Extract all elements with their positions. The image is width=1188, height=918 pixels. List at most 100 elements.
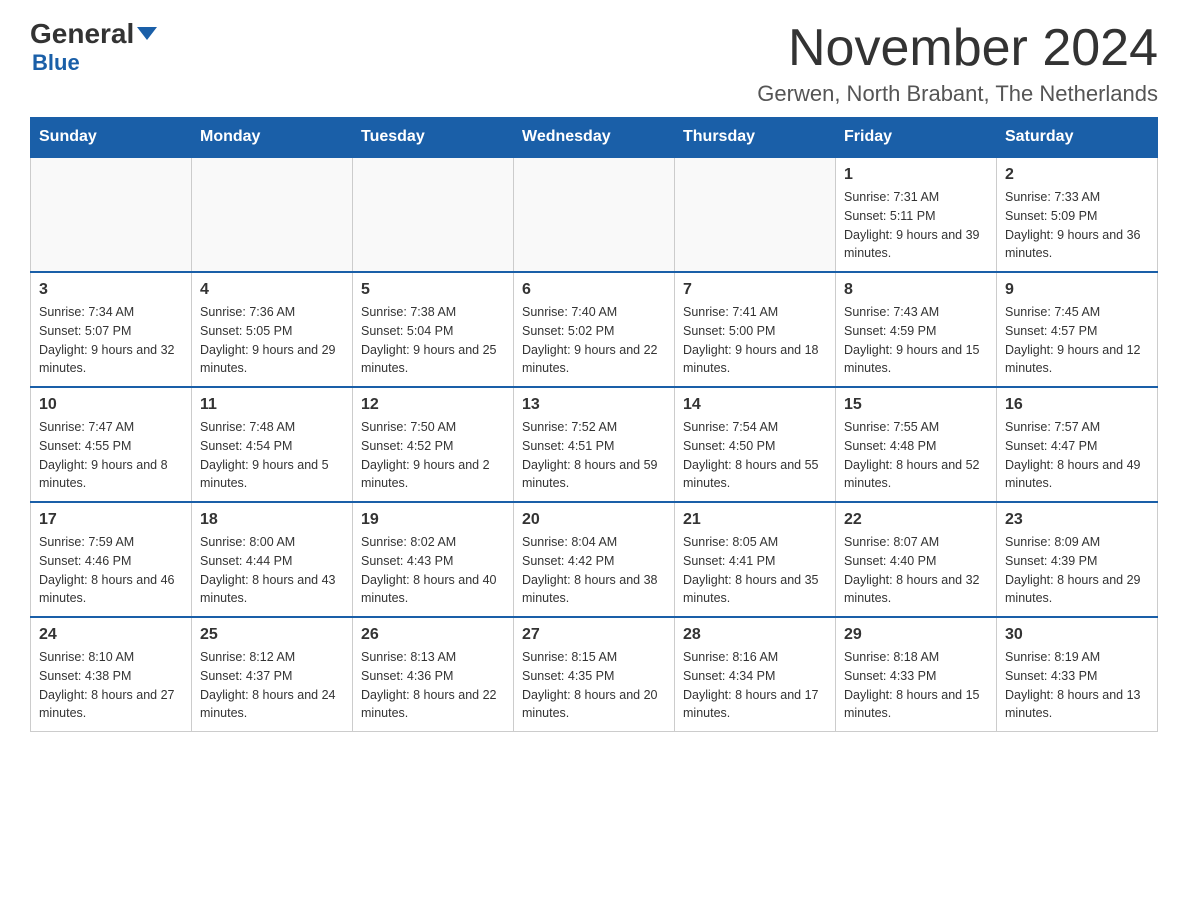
day-info: Sunrise: 8:15 AMSunset: 4:35 PMDaylight:… <box>522 648 666 723</box>
week-row-1: 1Sunrise: 7:31 AMSunset: 5:11 PMDaylight… <box>31 157 1158 272</box>
calendar-cell <box>192 157 353 272</box>
day-info: Sunrise: 8:19 AMSunset: 4:33 PMDaylight:… <box>1005 648 1149 723</box>
calendar-cell: 7 Sunrise: 7:41 AMSunset: 5:00 PMDaylight… <box>675 272 836 387</box>
day-number: 28 <box>683 626 827 644</box>
day-info: Sunrise: 7:40 AMSunset: 5:02 PMDaylight:… <box>522 303 666 378</box>
day-number: 25 <box>200 626 344 644</box>
day-header-thursday: Thursday <box>675 118 836 158</box>
day-number: 13 <box>522 396 666 414</box>
logo-blue: Blue <box>30 50 80 76</box>
day-number: 21 <box>683 511 827 529</box>
title-area: November 2024 Gerwen, North Brabant, The… <box>757 20 1158 107</box>
calendar-cell: 30 Sunrise: 8:19 AMSunset: 4:33 PMDayligh… <box>997 617 1158 732</box>
day-info: Sunrise: 7:48 AMSunset: 4:54 PMDaylight:… <box>200 418 344 493</box>
day-info: Sunrise: 7:55 AMSunset: 4:48 PMDaylight:… <box>844 418 988 493</box>
calendar-cell <box>514 157 675 272</box>
header: General Blue November 2024 Gerwen, North… <box>30 20 1158 107</box>
week-row-5: 24Sunrise: 8:10 AMSunset: 4:38 PMDayligh… <box>31 617 1158 732</box>
location-subtitle: Gerwen, North Brabant, The Netherlands <box>757 81 1158 107</box>
day-number: 19 <box>361 511 505 529</box>
day-info: Sunrise: 8:18 AMSunset: 4:33 PMDaylight:… <box>844 648 988 723</box>
calendar-cell: 15 Sunrise: 7:55 AMSunset: 4:48 PMDayligh… <box>836 387 997 502</box>
day-info: Sunrise: 7:31 AMSunset: 5:11 PMDaylight:… <box>844 188 988 263</box>
day-info: Sunrise: 8:02 AMSunset: 4:43 PMDaylight:… <box>361 533 505 608</box>
day-number: 8 <box>844 281 988 299</box>
day-info: Sunrise: 8:12 AMSunset: 4:37 PMDaylight:… <box>200 648 344 723</box>
day-info: Sunrise: 8:09 AMSunset: 4:39 PMDaylight:… <box>1005 533 1149 608</box>
day-number: 26 <box>361 626 505 644</box>
week-row-4: 17 Sunrise: 7:59 AMSunset: 4:46 PMDayligh… <box>31 502 1158 617</box>
calendar-cell: 21Sunrise: 8:05 AMSunset: 4:41 PMDayligh… <box>675 502 836 617</box>
page-title: November 2024 <box>757 20 1158 77</box>
logo-text: General <box>30 20 157 48</box>
day-number: 23 <box>1005 511 1149 529</box>
calendar-cell: 28 Sunrise: 8:16 AMSunset: 4:34 PMDayligh… <box>675 617 836 732</box>
day-number: 4 <box>200 281 344 299</box>
day-number: 16 <box>1005 396 1149 414</box>
calendar-table: SundayMondayTuesdayWednesdayThursdayFrid… <box>30 117 1158 732</box>
day-info: Sunrise: 7:54 AMSunset: 4:50 PMDaylight:… <box>683 418 827 493</box>
calendar-cell: 9Sunrise: 7:45 AMSunset: 4:57 PMDaylight… <box>997 272 1158 387</box>
calendar-cell <box>353 157 514 272</box>
calendar-cell: 14 Sunrise: 7:54 AMSunset: 4:50 PMDayligh… <box>675 387 836 502</box>
day-number: 18 <box>200 511 344 529</box>
week-row-2: 3Sunrise: 7:34 AMSunset: 5:07 PMDaylight… <box>31 272 1158 387</box>
days-header-row: SundayMondayTuesdayWednesdayThursdayFrid… <box>31 118 1158 158</box>
calendar-cell: 22 Sunrise: 8:07 AMSunset: 4:40 PMDayligh… <box>836 502 997 617</box>
day-info: Sunrise: 7:38 AMSunset: 5:04 PMDaylight:… <box>361 303 505 378</box>
day-number: 22 <box>844 511 988 529</box>
day-number: 30 <box>1005 626 1149 644</box>
day-info: Sunrise: 8:13 AMSunset: 4:36 PMDaylight:… <box>361 648 505 723</box>
calendar-cell: 8Sunrise: 7:43 AMSunset: 4:59 PMDaylight… <box>836 272 997 387</box>
day-info: Sunrise: 7:57 AMSunset: 4:47 PMDaylight:… <box>1005 418 1149 493</box>
logo: General Blue <box>30 20 157 76</box>
calendar-cell: 23 Sunrise: 8:09 AMSunset: 4:39 PMDayligh… <box>997 502 1158 617</box>
day-info: Sunrise: 8:00 AMSunset: 4:44 PMDaylight:… <box>200 533 344 608</box>
calendar-cell: 5 Sunrise: 7:38 AMSunset: 5:04 PMDaylight… <box>353 272 514 387</box>
day-header-friday: Friday <box>836 118 997 158</box>
calendar-cell: 27Sunrise: 8:15 AMSunset: 4:35 PMDayligh… <box>514 617 675 732</box>
day-header-wednesday: Wednesday <box>514 118 675 158</box>
calendar-cell: 16 Sunrise: 7:57 AMSunset: 4:47 PMDayligh… <box>997 387 1158 502</box>
day-number: 15 <box>844 396 988 414</box>
calendar-cell: 25 Sunrise: 8:12 AMSunset: 4:37 PMDayligh… <box>192 617 353 732</box>
day-info: Sunrise: 8:10 AMSunset: 4:38 PMDaylight:… <box>39 648 183 723</box>
day-number: 2 <box>1005 166 1149 184</box>
calendar-cell: 6 Sunrise: 7:40 AMSunset: 5:02 PMDaylight… <box>514 272 675 387</box>
day-number: 7 <box>683 281 827 299</box>
calendar-cell: 17 Sunrise: 7:59 AMSunset: 4:46 PMDayligh… <box>31 502 192 617</box>
day-info: Sunrise: 7:45 AMSunset: 4:57 PMDaylight:… <box>1005 303 1149 378</box>
day-number: 5 <box>361 281 505 299</box>
calendar-cell: 12Sunrise: 7:50 AMSunset: 4:52 PMDayligh… <box>353 387 514 502</box>
week-row-3: 10 Sunrise: 7:47 AMSunset: 4:55 PMDayligh… <box>31 387 1158 502</box>
calendar-cell: 29 Sunrise: 8:18 AMSunset: 4:33 PMDayligh… <box>836 617 997 732</box>
calendar-cell: 19 Sunrise: 8:02 AMSunset: 4:43 PMDayligh… <box>353 502 514 617</box>
day-number: 29 <box>844 626 988 644</box>
calendar-cell: 3Sunrise: 7:34 AMSunset: 5:07 PMDaylight… <box>31 272 192 387</box>
day-info: Sunrise: 7:59 AMSunset: 4:46 PMDaylight:… <box>39 533 183 608</box>
day-header-saturday: Saturday <box>997 118 1158 158</box>
calendar-cell: 26 Sunrise: 8:13 AMSunset: 4:36 PMDayligh… <box>353 617 514 732</box>
day-info: Sunrise: 7:41 AMSunset: 5:00 PMDaylight:… <box>683 303 827 378</box>
day-info: Sunrise: 8:07 AMSunset: 4:40 PMDaylight:… <box>844 533 988 608</box>
day-number: 20 <box>522 511 666 529</box>
day-info: Sunrise: 8:16 AMSunset: 4:34 PMDaylight:… <box>683 648 827 723</box>
calendar-cell: 20Sunrise: 8:04 AMSunset: 4:42 PMDayligh… <box>514 502 675 617</box>
day-number: 14 <box>683 396 827 414</box>
calendar-cell: 2Sunrise: 7:33 AMSunset: 5:09 PMDaylight… <box>997 157 1158 272</box>
day-number: 10 <box>39 396 183 414</box>
calendar-cell: 24Sunrise: 8:10 AMSunset: 4:38 PMDayligh… <box>31 617 192 732</box>
day-header-sunday: Sunday <box>31 118 192 158</box>
day-header-tuesday: Tuesday <box>353 118 514 158</box>
calendar-cell: 18 Sunrise: 8:00 AMSunset: 4:44 PMDayligh… <box>192 502 353 617</box>
calendar-cell: 1Sunrise: 7:31 AMSunset: 5:11 PMDaylight… <box>836 157 997 272</box>
calendar-cell <box>31 157 192 272</box>
day-number: 12 <box>361 396 505 414</box>
day-number: 17 <box>39 511 183 529</box>
calendar-cell <box>675 157 836 272</box>
calendar-cell: 11 Sunrise: 7:48 AMSunset: 4:54 PMDayligh… <box>192 387 353 502</box>
day-info: Sunrise: 7:47 AMSunset: 4:55 PMDaylight:… <box>39 418 183 493</box>
day-number: 6 <box>522 281 666 299</box>
day-number: 11 <box>200 396 344 414</box>
day-info: Sunrise: 7:52 AMSunset: 4:51 PMDaylight:… <box>522 418 666 493</box>
